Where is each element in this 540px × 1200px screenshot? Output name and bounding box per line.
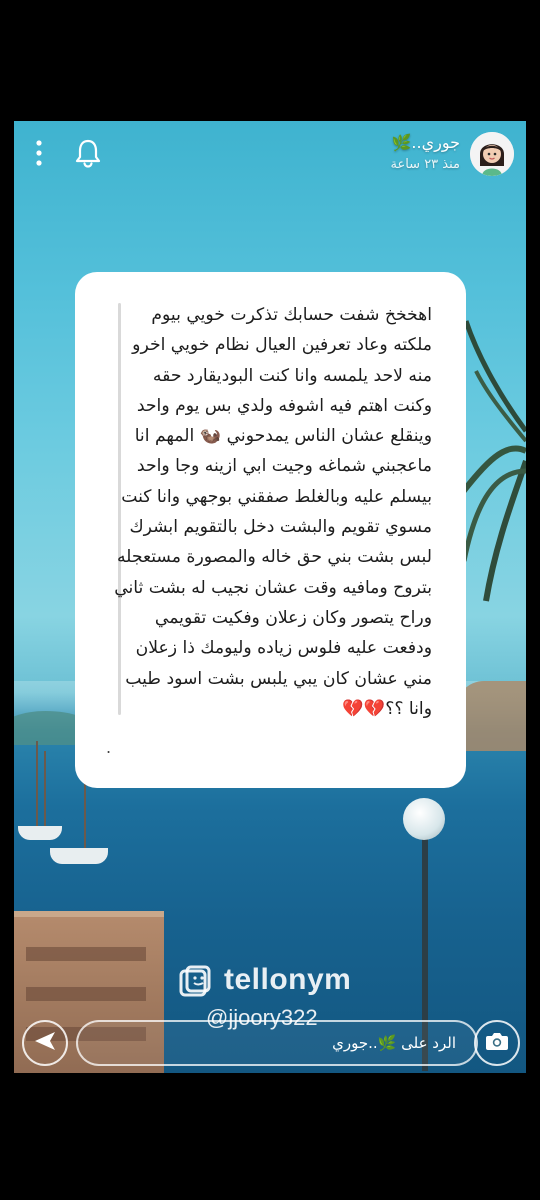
sailboat xyxy=(18,826,62,840)
trailing-dot: . xyxy=(106,738,112,757)
camera-button[interactable] xyxy=(474,1020,520,1066)
question-text: اهخخخ شفت حسابك تذكرت خويي بيوم ملكته وع… xyxy=(114,305,432,719)
boat-mast xyxy=(36,741,38,831)
send-arrow-icon xyxy=(34,1031,56,1055)
question-card: اهخخخ شفت حسابك تذكرت خويي بيوم ملكته وع… xyxy=(75,272,466,788)
sailboat xyxy=(50,848,108,864)
reply-bar: الرد على 🌿..جوري xyxy=(14,1013,526,1073)
camera-icon xyxy=(485,1031,509,1055)
reply-placeholder: الرد على 🌿..جوري xyxy=(332,1034,456,1052)
boat-mast xyxy=(44,751,46,831)
reply-input[interactable]: الرد على 🌿..جوري xyxy=(76,1020,478,1066)
boat-mast xyxy=(84,781,86,851)
avatar[interactable] xyxy=(470,132,514,176)
tellonym-wordmark: tellonym xyxy=(224,963,352,996)
story-view: جوري..🌿 منذ ٢٣ ساعة اهخخخ شفت حسابك تذكر… xyxy=(14,121,526,1073)
more-vertical-icon[interactable] xyxy=(34,139,44,167)
story-header: جوري..🌿 منذ ٢٣ ساعة xyxy=(14,121,526,191)
palm-tree xyxy=(456,320,526,602)
bell-icon[interactable] xyxy=(74,138,102,168)
send-button[interactable] xyxy=(22,1020,68,1066)
street-lamp-globe xyxy=(403,798,445,840)
tellonym-logo-icon xyxy=(178,965,212,999)
username[interactable]: جوري..🌿 xyxy=(392,133,461,152)
post-timestamp: منذ ٢٣ ساعة xyxy=(390,157,460,172)
